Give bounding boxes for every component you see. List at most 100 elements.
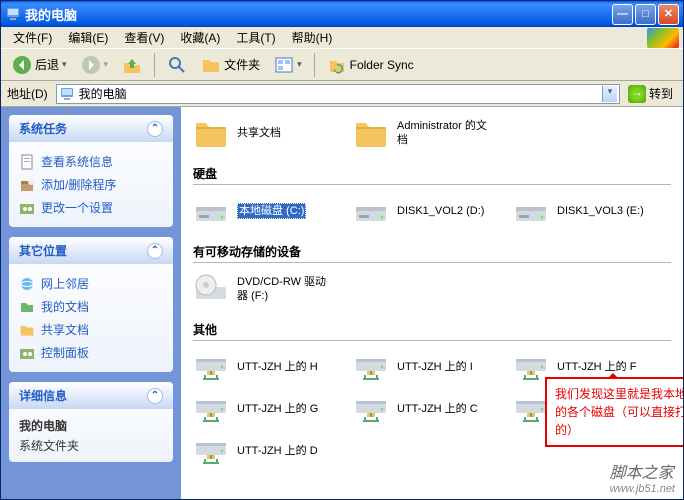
- network-drive-item[interactable]: UTT-JZH 上的 C: [353, 391, 493, 427]
- minimize-button[interactable]: —: [612, 4, 633, 25]
- panel-header[interactable]: 其它位置⌃: [9, 237, 173, 264]
- folder-icon: [193, 115, 229, 151]
- search-button[interactable]: [162, 52, 192, 78]
- menu-help[interactable]: 帮助(H): [284, 27, 341, 48]
- chevron-down-icon: ▾: [62, 59, 67, 70]
- panel-details: 详细信息⌃ 我的电脑 系统文件夹: [9, 382, 173, 462]
- separator: [314, 53, 315, 77]
- group-header: 其他: [193, 321, 671, 341]
- menu-favorites[interactable]: 收藏(A): [172, 27, 228, 48]
- item-label: UTT-JZH 上的 F: [557, 360, 636, 374]
- search-icon: [167, 55, 187, 75]
- menu-view[interactable]: 查看(V): [116, 27, 172, 48]
- network-drive-item[interactable]: UTT-JZH 上的 H: [193, 349, 333, 385]
- up-button[interactable]: [117, 52, 147, 78]
- views-icon: [274, 55, 294, 75]
- menu-file[interactable]: 文件(F): [5, 27, 60, 48]
- task-add-remove[interactable]: 添加/删除程序: [19, 173, 163, 196]
- detail-name: 我的电脑: [19, 417, 163, 434]
- place-network[interactable]: 网上邻居: [19, 272, 163, 295]
- titlebar[interactable]: 我的电脑 — □ ✕: [1, 1, 683, 27]
- views-button[interactable]: ▾: [269, 52, 307, 78]
- box-icon: [19, 177, 35, 193]
- back-button[interactable]: 后退▾: [7, 52, 72, 78]
- dropdown-icon[interactable]: ▾: [602, 86, 617, 102]
- item-label: DISK1_VOL3 (E:): [557, 204, 644, 218]
- group-harddrives: 硬盘 本地磁盘 (C:) DISK1_VOL2 (D:) DISK1_VOL3 (E…: [193, 165, 671, 229]
- up-icon: [122, 55, 142, 75]
- item-label: UTT-JZH 上的 D: [237, 444, 318, 458]
- menu-tools[interactable]: 工具(T): [228, 27, 283, 48]
- app-icon: [5, 6, 21, 22]
- network-drive-item[interactable]: UTT-JZH 上的 D: [193, 433, 333, 469]
- netdrive-icon: [193, 391, 229, 427]
- folders-button[interactable]: 文件夹: [196, 52, 265, 78]
- control-icon: [19, 345, 35, 361]
- window-title: 我的电脑: [25, 5, 610, 24]
- separator: [154, 53, 155, 77]
- drive-item[interactable]: DISK1_VOL3 (E:): [513, 193, 653, 229]
- panel-other-places: 其它位置⌃ 网上邻居 我的文档 共享文档 控制面板: [9, 237, 173, 372]
- address-label: 地址(D): [7, 85, 52, 102]
- netdrive-icon: [193, 349, 229, 385]
- toolbar: 后退▾ ▾ 文件夹 ▾ Folder Sync: [1, 49, 683, 81]
- group-header: 硬盘: [193, 165, 671, 185]
- task-system-info[interactable]: 查看系统信息: [19, 150, 163, 173]
- place-controlpanel[interactable]: 控制面板: [19, 341, 163, 364]
- netdrive-icon: [353, 349, 389, 385]
- maximize-button[interactable]: □: [635, 4, 656, 25]
- task-change-setting[interactable]: 更改一个设置: [19, 196, 163, 219]
- drive-icon: [353, 193, 389, 229]
- chevron-down-icon: ▾: [104, 59, 109, 70]
- item-label: UTT-JZH 上的 C: [397, 402, 478, 416]
- mydocs-icon: [19, 299, 35, 315]
- group-header: 有可移动存储的设备: [193, 243, 671, 263]
- forward-button[interactable]: ▾: [76, 52, 114, 78]
- forward-icon: [81, 55, 101, 75]
- go-icon: [628, 85, 646, 103]
- address-bar: 地址(D) 我的电脑 ▾ 转到: [1, 81, 683, 107]
- item-label: UTT-JZH 上的 I: [397, 360, 473, 374]
- network-drive-item[interactable]: UTT-JZH 上的 I: [353, 349, 493, 385]
- collapse-icon[interactable]: ⌃: [147, 121, 163, 137]
- panel-header[interactable]: 系统任务⌃: [9, 115, 173, 142]
- panel-header[interactable]: 详细信息⌃: [9, 382, 173, 409]
- windows-logo-icon: [647, 28, 679, 48]
- group-removable: 有可移动存储的设备 DVD/CD-RW 驱动器 (F:): [193, 243, 671, 307]
- panel-system-tasks: 系统任务⌃ 查看系统信息 添加/删除程序 更改一个设置: [9, 115, 173, 227]
- menu-edit[interactable]: 编辑(E): [60, 27, 116, 48]
- netdrive-icon: [513, 391, 549, 427]
- address-combo[interactable]: 我的电脑 ▾: [56, 84, 620, 104]
- address-value: 我的电脑: [79, 85, 602, 102]
- foldersync-button[interactable]: Folder Sync: [322, 52, 419, 78]
- network-drive-item[interactable]: UTT-JZH 上的 G: [193, 391, 333, 427]
- item-label: UTT-JZH 上的 H: [237, 360, 318, 374]
- collapse-icon[interactable]: ⌃: [147, 243, 163, 259]
- folder-item[interactable]: Administrator 的文档: [353, 115, 493, 151]
- place-shared[interactable]: 共享文档: [19, 318, 163, 341]
- place-mydocs[interactable]: 我的文档: [19, 295, 163, 318]
- network-icon: [19, 276, 35, 292]
- drive-item[interactable]: 本地磁盘 (C:): [193, 193, 333, 229]
- go-button[interactable]: 转到: [624, 84, 677, 104]
- item-label: DVD/CD-RW 驱动器 (F:): [237, 275, 333, 304]
- item-label: 本地磁盘 (C:): [237, 203, 306, 219]
- back-icon: [12, 55, 32, 75]
- body: 系统任务⌃ 查看系统信息 添加/删除程序 更改一个设置 其它位置⌃ 网上邻居 我…: [1, 107, 683, 499]
- detail-type: 系统文件夹: [19, 439, 79, 453]
- netdrive-icon: [353, 391, 389, 427]
- netdrive-icon: [193, 433, 229, 469]
- collapse-icon[interactable]: ⌃: [147, 388, 163, 404]
- item-label: UTT-JZH 上的 G: [237, 402, 318, 416]
- cd-icon: [193, 271, 229, 307]
- annotation-callout: 我们发现这里就是我本地电脑的各个磁盘（可以直接打开的）: [545, 377, 683, 447]
- content-area[interactable]: 共享文档 Administrator 的文档 硬盘 本地磁盘 (C:) DISK1_…: [181, 107, 683, 499]
- chevron-down-icon: ▾: [297, 59, 302, 70]
- item-label: DISK1_VOL2 (D:): [397, 204, 484, 218]
- group-files: 共享文档 Administrator 的文档: [193, 115, 671, 151]
- folder-item[interactable]: 共享文档: [193, 115, 333, 151]
- explorer-window: 我的电脑 — □ ✕ 文件(F) 编辑(E) 查看(V) 收藏(A) 工具(T)…: [0, 0, 684, 500]
- drive-item[interactable]: DISK1_VOL2 (D:): [353, 193, 493, 229]
- close-button[interactable]: ✕: [658, 4, 679, 25]
- cdrom-item[interactable]: DVD/CD-RW 驱动器 (F:): [193, 271, 333, 307]
